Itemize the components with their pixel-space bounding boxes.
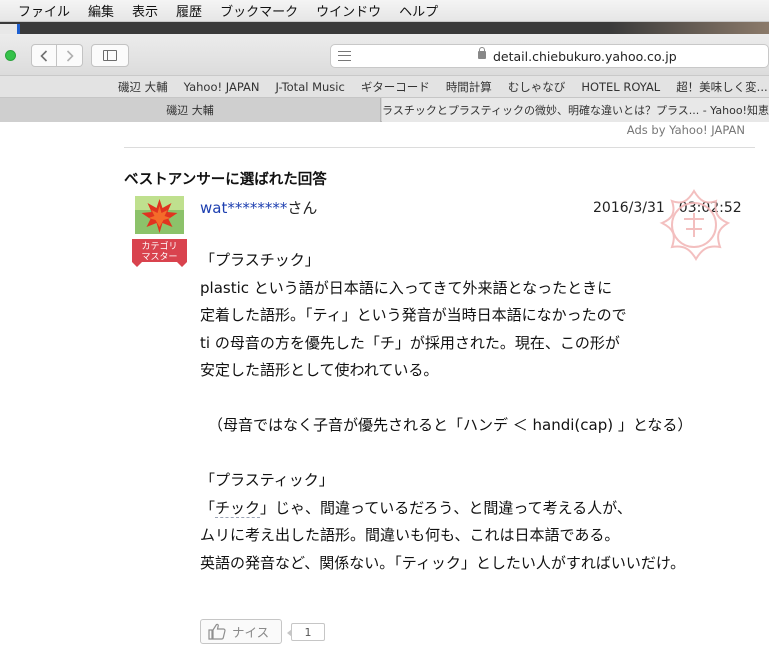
answer-line: 「プラスチック」: [200, 251, 320, 269]
keyword-link[interactable]: チック: [215, 498, 261, 518]
chevron-left-icon: [40, 49, 48, 62]
answer-line: （母音ではなく子音が優先されると「ハンデ ＜ handi(cap) 」となる）: [208, 416, 693, 434]
tab-1[interactable]: 磯辺 大輔: [0, 98, 381, 122]
bookmark-item[interactable]: J-Total Music: [268, 80, 353, 94]
badge-line2: マスター: [141, 252, 177, 262]
reader-view-icon[interactable]: [338, 51, 351, 61]
bookmark-item[interactable]: 超！美味しく変...うにするよ: [668, 79, 769, 95]
tab-bar: 磯辺 大輔 プラスチックとプラスティックの微妙、明確な違いとは？プラス... -…: [0, 98, 769, 122]
answer-line: 定着した語形。「ティ」という発音が当時日本語になかったので: [200, 306, 627, 324]
answer-body: 「プラスチック」 plastic という語が日本語に入ってきて外来語となったとき…: [200, 247, 760, 577]
menu-help[interactable]: ヘルプ: [390, 1, 447, 20]
avatar[interactable]: [135, 196, 184, 234]
answer-line: ti の母音の方を優先した「チ」が採用された。現在、この形が: [200, 333, 620, 352]
bookmark-item[interactable]: Yahoo! JAPAN: [176, 80, 268, 94]
nice-button[interactable]: ナイス: [200, 619, 282, 644]
window-zoom-button[interactable]: [5, 50, 16, 61]
answer-line: 「プラスティック」: [200, 471, 334, 489]
bookmark-item[interactable]: むしゃなび: [500, 79, 574, 95]
menu-edit[interactable]: 編集: [79, 1, 123, 20]
username-link[interactable]: wat********: [200, 199, 287, 217]
menu-view[interactable]: 表示: [123, 1, 167, 20]
bookmark-item[interactable]: ギターコード: [353, 79, 438, 95]
chevron-right-icon: [66, 49, 74, 62]
menu-file[interactable]: ファイル: [0, 1, 79, 20]
nice-count: 1: [287, 623, 325, 641]
tab-label: プラスチックとプラスティックの微妙、明確な違いとは？プラス... - Yahoo…: [382, 104, 769, 117]
back-button[interactable]: [31, 44, 57, 67]
menu-bookmarks[interactable]: ブックマーク: [211, 1, 307, 20]
window-background: [609, 22, 769, 34]
badge-line1: カテゴリ: [141, 240, 177, 251]
text: 」じゃ、間違っているだろう、と間違って考える人が、: [260, 498, 632, 517]
tab-2-active[interactable]: プラスチックとプラスティックの微妙、明確な違いとは？プラス... - Yahoo…: [382, 98, 769, 122]
answer-line: 英語の発音など、関係ない。「ティック」としたい人がすればいいだけ。: [200, 553, 686, 572]
category-master-badge: カテゴリ マスター: [130, 238, 189, 268]
answer-line: 「チック」じゃ、間違っているだろう、と間違って考える人が、: [200, 495, 760, 523]
nice-label: ナイス: [232, 625, 270, 640]
bookmark-item[interactable]: 時間計算: [438, 79, 500, 95]
url-text: detail.chiebukuro.yahoo.co.jp: [493, 49, 677, 64]
lock-icon: [478, 47, 486, 59]
divider: [124, 147, 755, 148]
bookmarks-bar: 磯辺 大輔 Yahoo! JAPAN J-Total Music ギターコード …: [0, 76, 769, 98]
bookmark-item[interactable]: 磯辺 大輔: [110, 79, 176, 95]
tab-label: 磯辺 大輔: [166, 104, 214, 117]
answer-line: ムリに考え出した語形。間違いも何も、これは日本語である。: [200, 526, 620, 544]
bookmark-item[interactable]: HOTEL ROYAL: [573, 80, 668, 94]
sidebar-icon: [103, 50, 117, 61]
browser-toolbar: detail.chiebukuro.yahoo.co.jp: [0, 34, 769, 76]
answer-line: 安定した語形として使われている。: [200, 361, 439, 379]
address-bar[interactable]: detail.chiebukuro.yahoo.co.jp: [330, 44, 769, 68]
menu-bar: ファイル 編集 表示 履歴 ブックマーク ウインドウ ヘルプ: [0, 0, 769, 22]
text: 「: [200, 498, 216, 517]
show-sidebar-button[interactable]: [91, 44, 129, 67]
username: wat********さん: [200, 197, 317, 218]
ads-label[interactable]: Ads by Yahoo! JAPAN: [627, 123, 745, 137]
page-content: Ads by Yahoo! JAPAN ベストアンサーに選ばれた回答 カテゴリ …: [0, 123, 769, 659]
username-suffix: さん: [287, 199, 318, 217]
best-answer-heading: ベストアンサーに選ばれた回答: [124, 172, 327, 188]
forward-button[interactable]: [57, 44, 83, 67]
thumbs-up-icon: [208, 623, 226, 640]
answer-line: plastic という語が日本語に入ってきて外来語となったときに: [200, 278, 613, 297]
maple-leaf-avatar-image: [135, 196, 184, 234]
menu-window[interactable]: ウインドウ: [307, 1, 390, 20]
menu-history[interactable]: 履歴: [167, 1, 211, 20]
window-strip: [0, 22, 769, 34]
background-tab-stub[interactable]: [0, 24, 20, 34]
